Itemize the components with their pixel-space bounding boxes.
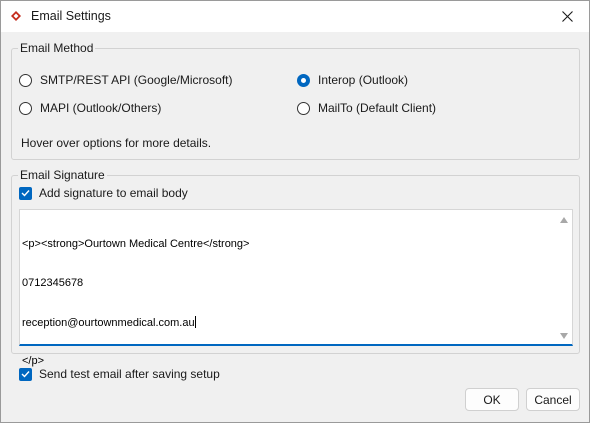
cancel-button[interactable]: Cancel — [526, 388, 580, 411]
radio-label-mapi: MAPI (Outlook/Others) — [40, 101, 162, 115]
signature-line: <p><strong>Ourtown Medical Centre</stron… — [22, 238, 250, 250]
radio-circle — [19, 101, 32, 115]
radio-mapi[interactable]: MAPI (Outlook/Others) — [19, 101, 161, 115]
window-title: Email Settings — [31, 9, 111, 23]
radio-label-smtp: SMTP/REST API (Google/Microsoft) — [40, 73, 233, 87]
close-button[interactable] — [545, 1, 589, 32]
close-icon — [561, 11, 573, 22]
scroll-down-arrow-icon[interactable] — [559, 332, 569, 340]
radio-circle — [19, 73, 32, 87]
scroll-up-arrow-icon[interactable] — [559, 216, 569, 224]
checkmark-icon — [21, 190, 30, 197]
radio-label-interop: Interop (Outlook) — [318, 73, 409, 87]
checkbox-checked — [19, 367, 32, 381]
email-settings-dialog: Email Settings Email Method SMTP/REST AP… — [0, 0, 590, 423]
signature-line: 0712345678 — [22, 277, 84, 289]
radio-circle — [297, 101, 310, 115]
hover-hint: Hover over options for more details. — [21, 136, 212, 150]
checkmark-icon — [21, 371, 30, 378]
radio-smtp-rest-api[interactable]: SMTP/REST API (Google/Microsoft) — [19, 73, 233, 87]
title-bar: Email Settings — [1, 1, 589, 32]
radio-interop-outlook[interactable]: Interop (Outlook) — [297, 73, 408, 87]
send-test-email-checkbox[interactable]: Send test email after saving setup — [19, 367, 220, 381]
add-signature-label: Add signature to email body — [39, 186, 188, 200]
signature-line-text: reception@ourtownmedical.com.au — [22, 317, 195, 329]
radio-label-mailto: MailTo (Default Client) — [318, 101, 437, 115]
email-method-label: Email Method — [18, 41, 96, 55]
signature-line: reception@ourtownmedical.com.au — [22, 316, 249, 329]
email-signature-label: Email Signature — [18, 168, 107, 182]
ok-button[interactable]: OK — [465, 388, 519, 411]
radio-mailto[interactable]: MailTo (Default Client) — [297, 101, 436, 115]
checkbox-checked — [19, 186, 32, 200]
app-diamond-icon — [11, 11, 21, 21]
text-caret — [194, 316, 196, 328]
signature-textarea[interactable]: <p><strong>Ourtown Medical Centre</stron… — [19, 209, 573, 367]
radio-circle-selected — [297, 73, 310, 87]
add-signature-checkbox[interactable]: Add signature to email body — [19, 186, 188, 200]
send-test-email-label: Send test email after saving setup — [39, 367, 220, 381]
